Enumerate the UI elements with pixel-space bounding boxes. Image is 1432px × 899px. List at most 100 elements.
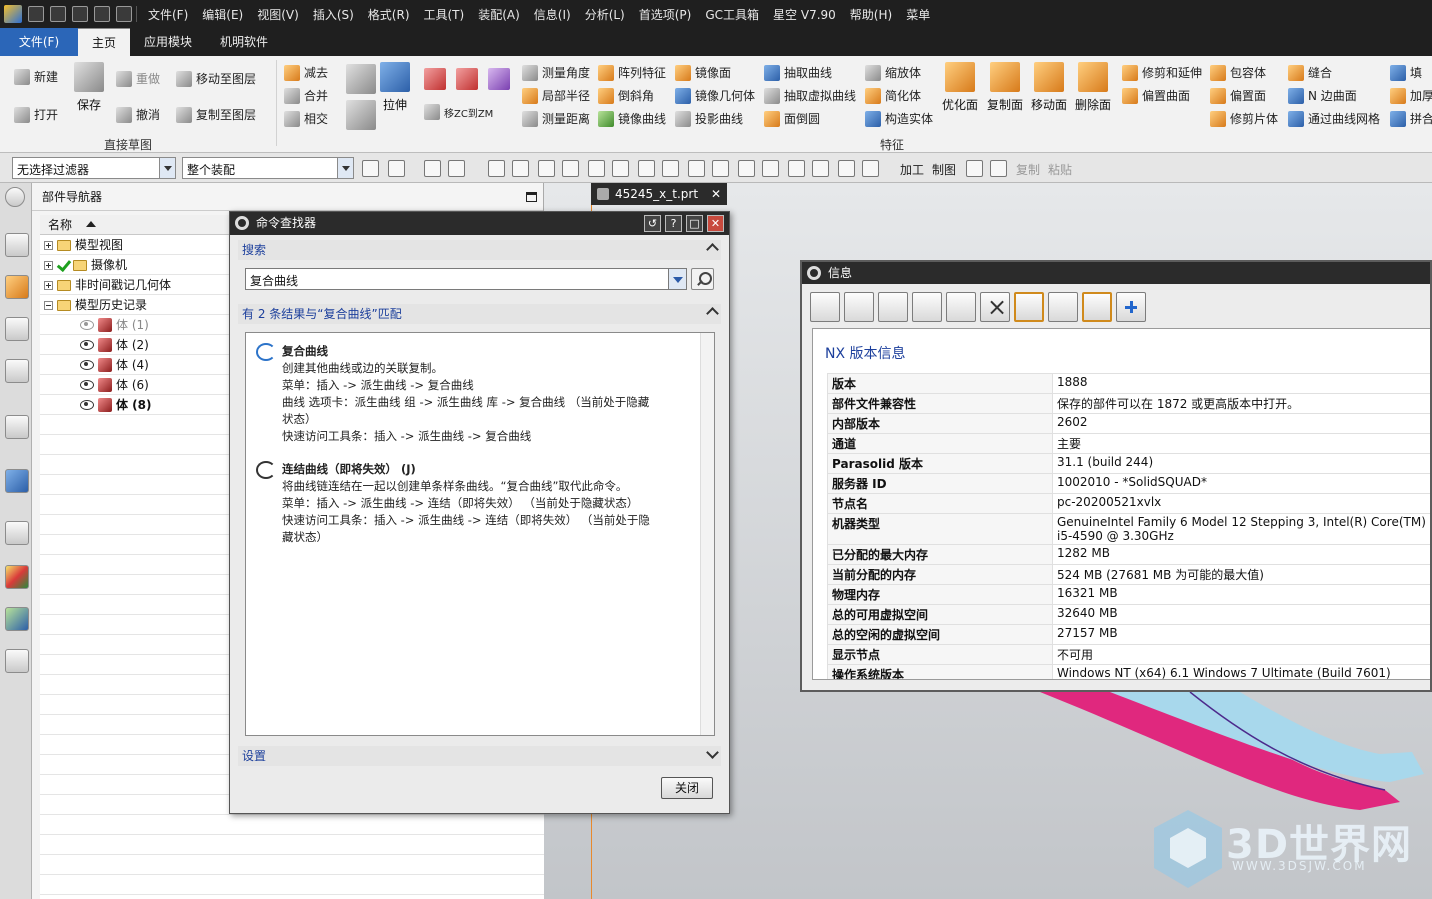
maximize-icon[interactable]: □: [686, 215, 703, 232]
menu-main[interactable]: 菜单: [899, 6, 937, 23]
show-hide-icon[interactable]: [862, 160, 879, 177]
point-snap-icon[interactable]: [762, 160, 779, 177]
binoculars-icon[interactable]: [1048, 292, 1078, 322]
plugin-r-icon[interactable]: [488, 68, 510, 90]
measure-angle-button[interactable]: 测量角度: [522, 64, 590, 81]
subtract-button[interactable]: 减去: [284, 64, 328, 81]
menu-preferences[interactable]: 首选项(P): [632, 6, 699, 23]
reset-icon[interactable]: ↺: [644, 215, 661, 232]
add-icon[interactable]: [1116, 292, 1146, 322]
body-select-icon[interactable]: [512, 160, 529, 177]
open-button[interactable]: 打开: [14, 106, 58, 123]
help-icon[interactable]: ?: [665, 215, 682, 232]
information-titlebar[interactable]: 信息: [802, 262, 1430, 284]
copy-face-button[interactable]: 复制面: [987, 62, 1023, 113]
gift-icon[interactable]: [966, 160, 983, 177]
results-section-header[interactable]: 有 2 条结果与“复合曲线”匹配: [238, 304, 721, 324]
n-sided-surface-button[interactable]: N 边曲面: [1288, 87, 1357, 104]
view-cube-icon[interactable]: [488, 160, 505, 177]
quadrant-snap-icon[interactable]: [738, 160, 755, 177]
optimize-face-button[interactable]: 优化面: [942, 62, 978, 113]
result-item-join-curve[interactable]: 连结曲线（即将失效） (J) 将曲线链连结在一起以创建单条样条曲线。“复合曲线”…: [256, 461, 676, 546]
model-part[interactable]: [1040, 692, 1432, 812]
copy-to-layer-button[interactable]: 复制至图层: [176, 106, 256, 123]
word-wrap-icon[interactable]: [1082, 292, 1112, 322]
crosshair-icon[interactable]: [1014, 292, 1044, 322]
offset-surface-button[interactable]: 偏置曲面: [1122, 87, 1190, 104]
menu-analysis[interactable]: 分析(L): [578, 6, 632, 23]
part-navigator-icon[interactable]: [5, 275, 29, 299]
endpoint-snap-icon[interactable]: [588, 160, 605, 177]
menu-help[interactable]: 帮助(H): [843, 6, 899, 23]
assembly-navigator-icon[interactable]: [5, 233, 29, 257]
center-snap-icon[interactable]: [712, 160, 729, 177]
menu-view[interactable]: 视图(V): [250, 6, 306, 23]
tab-applications[interactable]: 应用模块: [130, 28, 206, 56]
feature-filter-icon[interactable]: [424, 160, 441, 177]
hidden-eye-icon[interactable]: [80, 320, 94, 330]
search-section-header[interactable]: 搜索: [238, 240, 721, 260]
type-filter-icon[interactable]: [388, 160, 405, 177]
undo-button[interactable]: 撤消: [116, 106, 160, 123]
cut-icon[interactable]: [878, 292, 908, 322]
menu-assembly[interactable]: 装配(A): [471, 6, 527, 23]
tab-jiming-software[interactable]: 机明软件: [206, 28, 282, 56]
chevron-down-icon[interactable]: [668, 269, 686, 289]
redo-icon[interactable]: [116, 6, 132, 22]
tree-row-body-1[interactable]: 体 (1): [80, 315, 149, 335]
construct-body-button[interactable]: 构造实体: [865, 110, 933, 127]
tree-row-body-4[interactable]: 体 (4): [80, 355, 149, 375]
machining-button[interactable]: 加工: [900, 161, 924, 178]
mirror-face-button[interactable]: 镜像面: [675, 64, 731, 81]
move-to-layer-button[interactable]: 移动至图层: [176, 70, 256, 87]
tree-row-body-2[interactable]: 体 (2): [80, 335, 149, 355]
result-title[interactable]: 复合曲线: [282, 344, 328, 358]
hd3d-tools-icon[interactable]: [5, 359, 29, 383]
intersect-button[interactable]: 相交: [284, 110, 328, 127]
collapse-icon[interactable]: [44, 300, 53, 310]
menu-xingkong[interactable]: 星空 V7.90: [766, 6, 843, 23]
mirror-curve-button[interactable]: 镜像曲线: [598, 110, 666, 127]
project-curve-button[interactable]: 投影曲线: [675, 110, 743, 127]
unite-button[interactable]: 合并: [284, 87, 328, 104]
measure-distance-button[interactable]: 测量距离: [522, 110, 590, 127]
menu-tools[interactable]: 工具(T): [417, 6, 472, 23]
plugin-a-icon[interactable]: [424, 68, 446, 90]
new-file-icon[interactable]: [28, 6, 44, 22]
wrap-body-button[interactable]: 包容体: [1210, 64, 1266, 81]
menu-edit[interactable]: 编辑(E): [195, 6, 250, 23]
paste-button[interactable]: 粘贴: [1048, 161, 1072, 178]
frame-icon[interactable]: [990, 160, 1007, 177]
expand-icon[interactable]: [44, 240, 53, 250]
drawing-button[interactable]: 制图: [932, 161, 956, 178]
eye-icon[interactable]: [80, 380, 94, 390]
close-tab-icon[interactable]: ✕: [711, 183, 721, 205]
skull-icon[interactable]: [346, 64, 376, 94]
curve-snap-icon[interactable]: [612, 160, 629, 177]
settings-section-header[interactable]: 设置: [238, 746, 721, 766]
close-button[interactable]: 关闭: [661, 777, 713, 799]
clear-icon[interactable]: [980, 292, 1010, 322]
eye-icon[interactable]: [80, 360, 94, 370]
reuse-library-icon[interactable]: [5, 317, 29, 341]
face-fillet-button[interactable]: 面倒圆: [764, 110, 820, 127]
line-snap-icon[interactable]: [562, 160, 579, 177]
web-browser-icon[interactable]: [5, 469, 29, 493]
menu-information[interactable]: 信息(I): [527, 6, 578, 23]
mirror-geometry-button[interactable]: 镜像几何体: [675, 87, 755, 104]
spline-snap-icon[interactable]: [638, 160, 655, 177]
fill-button[interactable]: 填: [1390, 64, 1422, 81]
midpoint-snap-icon[interactable]: [662, 160, 679, 177]
mask-icon[interactable]: [346, 100, 376, 130]
tree-row-body-6[interactable]: 体 (6): [80, 375, 149, 395]
patch-button[interactable]: 拼合: [1390, 110, 1432, 127]
local-radius-button[interactable]: 局部半径: [522, 87, 590, 104]
info-icon[interactable]: [5, 415, 29, 439]
thicken-button[interactable]: 加厚: [1390, 87, 1432, 104]
gear-icon[interactable]: [807, 266, 821, 280]
tree-row-timestamp-free-geometry[interactable]: 非时间戳记几何体: [44, 275, 171, 295]
move-face-button[interactable]: 移动面: [1031, 62, 1067, 113]
close-icon[interactable]: ✕: [707, 215, 724, 232]
menu-file[interactable]: 文件(F): [141, 6, 195, 23]
trim-extend-button[interactable]: 修剪和延伸: [1122, 64, 1202, 81]
